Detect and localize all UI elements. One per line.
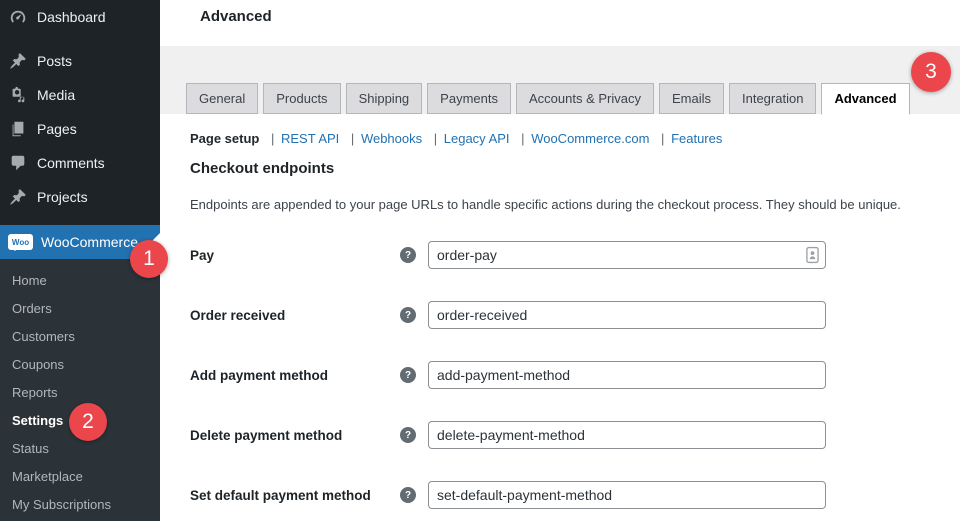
- sidebar-item-label: Media: [37, 87, 76, 103]
- sidebar-item-pages[interactable]: Pages: [0, 112, 160, 146]
- subnav-link-webhooks[interactable]: Webhooks: [361, 131, 422, 146]
- tab-products[interactable]: Products: [263, 83, 341, 114]
- pushpin-icon: [8, 187, 28, 207]
- field-label-add-payment-method: Add payment method: [190, 367, 329, 383]
- sidebar-item-comments[interactable]: Comments: [0, 146, 160, 180]
- submenu-item-coupons[interactable]: Coupons: [0, 351, 160, 379]
- delete-payment-method-endpoint-input[interactable]: [428, 421, 826, 449]
- pages-icon: [8, 119, 28, 139]
- top-bar: Advanced: [160, 0, 960, 46]
- settings-header-band: General Products Shipping Payments Accou…: [160, 46, 960, 115]
- tab-advanced[interactable]: Advanced: [821, 83, 910, 115]
- submenu-item-customers[interactable]: Customers: [0, 323, 160, 351]
- add-payment-method-endpoint-input[interactable]: [428, 361, 826, 389]
- subnav-separator: |: [433, 131, 438, 146]
- subnav-item-page-setup[interactable]: Page setup: [190, 131, 259, 146]
- tab-accounts-privacy[interactable]: Accounts & Privacy: [515, 83, 654, 114]
- page-title: Advanced: [200, 8, 272, 25]
- annotation-badge-1: 1: [130, 240, 168, 278]
- field-label-pay: Pay: [190, 247, 215, 263]
- subnav-separator: |: [270, 131, 275, 146]
- help-icon[interactable]: ?: [400, 427, 416, 443]
- dashboard-icon: [8, 7, 28, 27]
- help-icon[interactable]: ?: [400, 367, 416, 383]
- tab-emails[interactable]: Emails: [658, 83, 724, 114]
- help-icon[interactable]: ?: [400, 487, 416, 503]
- sidebar-item-posts[interactable]: Posts: [0, 44, 160, 78]
- sidebar-item-label: Comments: [37, 155, 105, 171]
- section-description: Endpoints are appended to your page URLs…: [190, 197, 901, 212]
- subnav-link-legacy-api[interactable]: Legacy API: [444, 131, 510, 146]
- woocommerce-icon: Woo: [8, 234, 33, 251]
- pay-endpoint-input[interactable]: [428, 241, 826, 269]
- pushpin-icon: [8, 51, 28, 71]
- help-icon[interactable]: ?: [400, 307, 416, 323]
- settings-tabs: General Products Shipping Payments Accou…: [186, 83, 915, 115]
- menu-separator: [0, 34, 160, 44]
- autofill-icon: [806, 246, 819, 264]
- tab-payments[interactable]: Payments: [427, 83, 511, 114]
- annotation-badge-2: 2: [69, 403, 107, 441]
- advanced-subnav: Page setup | REST API | Webhooks | Legac…: [190, 114, 960, 146]
- form-row: Pay ?: [190, 225, 960, 285]
- sidebar-item-label: Posts: [37, 53, 73, 69]
- form-row: Delete payment method ?: [190, 405, 960, 465]
- submenu-item-my-subscriptions[interactable]: My Subscriptions: [0, 491, 160, 519]
- form-row: Order received ?: [190, 285, 960, 345]
- subnav-separator: |: [521, 131, 525, 146]
- tab-integration[interactable]: Integration: [729, 83, 817, 114]
- submenu-item-reports[interactable]: Reports: [0, 379, 160, 407]
- sidebar-item-dashboard[interactable]: Dashboard: [0, 0, 160, 34]
- sidebar-item-label: WooCommerce: [41, 234, 138, 250]
- field-label-set-default-payment-method: Set default payment method: [190, 487, 371, 503]
- annotation-badge-3: 3: [911, 52, 951, 92]
- form-row: Set default payment method ?: [190, 465, 960, 521]
- submenu-item-orders[interactable]: Orders: [0, 295, 160, 323]
- subnav-link-features[interactable]: Features: [671, 131, 722, 146]
- submenu-item-marketplace[interactable]: Marketplace: [0, 463, 160, 491]
- help-icon[interactable]: ?: [400, 247, 416, 263]
- tab-shipping[interactable]: Shipping: [345, 83, 423, 114]
- settings-content: Page setup | REST API | Webhooks | Legac…: [160, 114, 960, 521]
- sidebar-item-label: Projects: [37, 189, 88, 205]
- subnav-link-woocommerce-com[interactable]: WooCommerce.com: [531, 131, 649, 146]
- field-label-order-received: Order received: [190, 307, 286, 323]
- subnav-separator: |: [350, 131, 355, 146]
- sidebar-item-media[interactable]: Media: [0, 78, 160, 112]
- field-label-delete-payment-method: Delete payment method: [190, 427, 343, 443]
- order-received-endpoint-input[interactable]: [428, 301, 826, 329]
- comments-icon: [8, 153, 28, 173]
- sidebar-item-projects[interactable]: Projects: [0, 180, 160, 214]
- form-row: Add payment method ?: [190, 345, 960, 405]
- sidebar-item-label: Pages: [37, 121, 77, 137]
- set-default-payment-method-endpoint-input[interactable]: [428, 481, 826, 509]
- checkout-endpoints-form: Pay ? Order received ? Add payment metho…: [190, 225, 960, 521]
- tab-general[interactable]: General: [186, 83, 259, 114]
- subnav-separator: |: [661, 131, 665, 146]
- sidebar-item-label: Dashboard: [37, 9, 106, 25]
- subnav-link-rest-api[interactable]: REST API: [281, 131, 339, 146]
- media-icon: [8, 85, 28, 105]
- main-content: Advanced General Products Shipping Payme…: [160, 0, 960, 521]
- woocommerce-submenu: Home Orders Customers Coupons Reports Se…: [0, 259, 160, 521]
- section-heading: Checkout endpoints: [190, 160, 335, 177]
